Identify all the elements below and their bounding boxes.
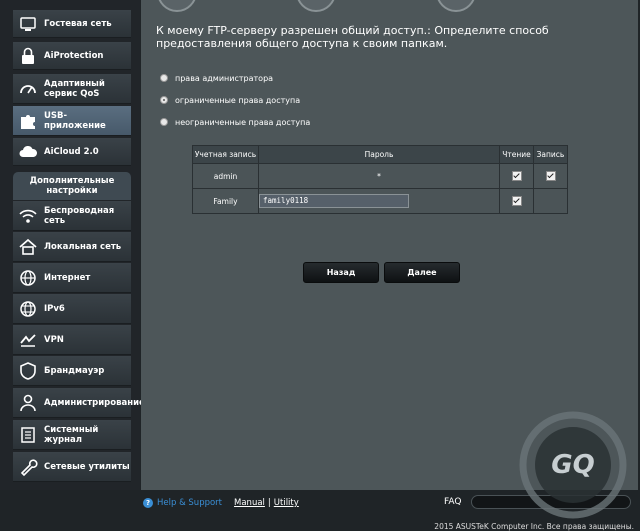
- back-button[interactable]: Назад: [303, 262, 379, 283]
- utility-link[interactable]: Utility: [274, 498, 299, 508]
- column-header-account: Учетная запись: [192, 145, 259, 164]
- sidebar-item-label: Брандмауэр: [44, 365, 105, 376]
- qos-gauge-icon: [17, 79, 39, 99]
- help-support: ? Help & Support Manual | Utility: [143, 498, 299, 508]
- radio-button[interactable]: [160, 74, 168, 82]
- sidebar-item-label: AiProtection: [44, 50, 104, 61]
- sidebar-item-guest-network[interactable]: Гостевая сеть: [13, 10, 131, 38]
- page-title: К моему FTP-серверу разрешен общий досту…: [156, 24, 549, 50]
- option-unlimited-rights[interactable]: неограниченные права доступа: [160, 115, 310, 129]
- radio-button[interactable]: [160, 96, 168, 104]
- sidebar-item-label: Беспроводная сеть: [44, 205, 115, 226]
- help-support-label: Help & Support: [157, 498, 223, 508]
- password-value: *: [258, 163, 500, 189]
- wizard-steps: [141, 0, 638, 12]
- wizard-step-circle: [296, 0, 336, 12]
- wireless-icon: [17, 206, 39, 226]
- option-limited-rights[interactable]: ограниченные права доступа: [160, 93, 300, 107]
- password-input[interactable]: family0118: [259, 194, 409, 208]
- account-name: admin: [192, 163, 259, 189]
- faq-label: FAQ: [444, 497, 462, 507]
- sidebar-item-aicloud[interactable]: AiCloud 2.0: [13, 138, 131, 166]
- sidebar-item-qos[interactable]: Адаптивный сервис QoS: [13, 74, 131, 104]
- column-header-write: Запись: [533, 145, 568, 164]
- sidebar-item-label: Сетевые утилиты: [44, 461, 130, 472]
- system-log-icon: [17, 425, 39, 445]
- read-checkbox[interactable]: [511, 171, 522, 181]
- write-cell: [533, 188, 568, 214]
- column-header-read: Чтение: [499, 145, 534, 164]
- network-tools-icon: [17, 457, 39, 477]
- option-admin-rights[interactable]: права администратора: [160, 71, 273, 85]
- firewall-shield-icon: [17, 361, 39, 381]
- sidebar-item-administration[interactable]: Администрирование: [13, 388, 145, 418]
- sidebar-item-label: Администрирование: [44, 397, 145, 408]
- read-cell: [499, 163, 534, 189]
- sidebar-item-label: Адаптивный сервис QoS: [44, 78, 105, 99]
- sidebar-item-wireless[interactable]: Беспроводная сеть: [13, 201, 131, 231]
- sidebar-item-vpn[interactable]: VPN: [13, 325, 131, 355]
- site-watermark-logo: GQ: [519, 411, 627, 519]
- write-checkbox[interactable]: [545, 171, 556, 181]
- sidebar-item-ipv6[interactable]: IPv6: [13, 294, 131, 324]
- sidebar-item-label: Гостевая сеть: [44, 18, 112, 29]
- write-cell: [533, 163, 568, 189]
- aiprotection-lock-icon: [17, 46, 39, 66]
- sidebar-item-firewall[interactable]: Брандмауэр: [13, 356, 131, 386]
- sidebar-item-label: IPv6: [44, 303, 65, 314]
- sidebar-item-label: AiCloud 2.0: [44, 146, 99, 157]
- sidebar: Гостевая сеть AiProtection Адаптивный се…: [0, 0, 145, 490]
- vpn-icon: [17, 330, 39, 350]
- wizard-step-circle: [436, 0, 476, 12]
- globe-icon: [17, 268, 39, 288]
- sidebar-item-usb-app[interactable]: USB-приложение: [13, 106, 131, 136]
- table-row: Family family0118: [192, 188, 568, 214]
- table-header-row: Учетная запись Пароль Чтение Запись: [192, 145, 568, 164]
- password-cell: family0118: [258, 188, 500, 214]
- advanced-settings-header: Дополнительные настройки: [13, 172, 131, 200]
- table-row: admin *: [192, 163, 568, 189]
- sidebar-item-label: USB-приложение: [44, 110, 106, 131]
- manual-link[interactable]: Manual: [234, 498, 265, 508]
- read-checkbox[interactable]: [511, 196, 522, 206]
- link-separator: |: [267, 498, 271, 508]
- sidebar-item-label: VPN: [44, 334, 64, 345]
- aicloud-icon: [17, 142, 39, 162]
- column-header-password: Пароль: [258, 145, 500, 164]
- sidebar-item-network-tools[interactable]: Сетевые утилиты: [13, 452, 131, 482]
- radio-button[interactable]: [160, 118, 168, 126]
- option-label: права администратора: [175, 73, 274, 83]
- usb-puzzle-icon: [17, 111, 39, 131]
- ipv6-globe-icon: [17, 299, 39, 319]
- sidebar-item-label: Интернет: [44, 272, 91, 283]
- sidebar-item-lan[interactable]: Локальная сеть: [13, 232, 131, 262]
- help-question-icon: ?: [143, 498, 153, 508]
- accounts-table: Учетная запись Пароль Чтение Запись admi…: [192, 145, 568, 214]
- svg-text:GQ: GQ: [551, 450, 594, 480]
- option-label: неограниченные права доступа: [175, 117, 311, 127]
- read-cell: [499, 188, 534, 214]
- option-label: ограниченные права доступа: [175, 95, 301, 105]
- account-name: Family: [192, 188, 259, 214]
- admin-person-icon: [17, 393, 39, 413]
- sidebar-item-system-log[interactable]: Системный журнал: [13, 420, 131, 450]
- next-button[interactable]: Далее: [384, 262, 460, 283]
- lan-home-icon: [17, 237, 39, 257]
- sidebar-item-label: Локальная сеть: [44, 241, 122, 252]
- sidebar-item-label: Системный журнал: [44, 424, 99, 445]
- guest-network-icon: [17, 14, 39, 34]
- wizard-step-circle: [157, 0, 197, 12]
- sidebar-item-internet[interactable]: Интернет: [13, 263, 131, 293]
- sidebar-item-aiprotection[interactable]: AiProtection: [13, 42, 131, 70]
